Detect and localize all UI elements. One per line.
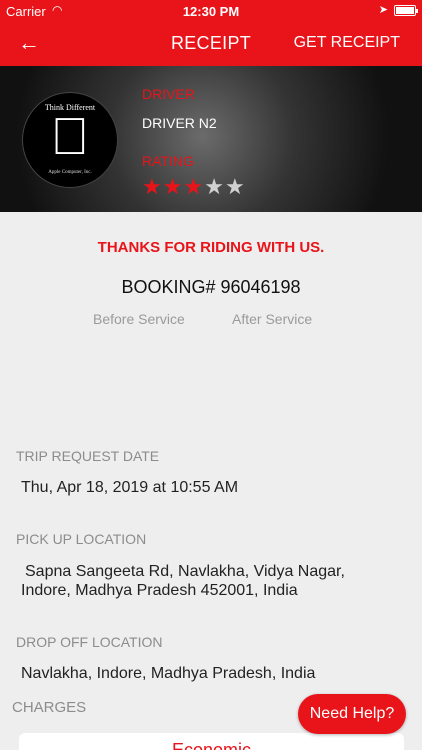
star-icon: ★ xyxy=(162,174,184,199)
pickup-location-line2: Indore, Madhya Pradesh 452001, India xyxy=(21,582,298,599)
booking-number: BOOKING# 96046198 xyxy=(121,277,301,297)
rating-stars: ★★★★★ xyxy=(142,174,246,200)
rating-label: RATING xyxy=(142,153,194,169)
status-bar: Carrier ◠ 12:30 PM ➤ xyxy=(0,0,422,22)
dropoff-location-value: Navlakha, Indore, Madhya Pradesh, India xyxy=(21,665,316,682)
tab-after-service[interactable]: After Service xyxy=(232,311,312,327)
driver-name: DRIVER N2 xyxy=(142,115,217,131)
star-icon: ★ xyxy=(224,174,246,199)
pickup-location-line1: Sapna Sangeeta Rd, Navlakha, Vidya Nagar… xyxy=(25,563,345,580)
driver-avatar: Think Different  Apple Computer, Inc. xyxy=(22,92,118,188)
driver-panel: Think Different  Apple Computer, Inc. D… xyxy=(0,66,422,212)
dropoff-location-label: DROP OFF LOCATION xyxy=(16,634,163,650)
charges-label: CHARGES xyxy=(12,699,87,716)
pickup-location-label: PICK UP LOCATION xyxy=(16,531,147,547)
tab-before-service[interactable]: Before Service xyxy=(93,311,185,327)
avatar-company: Apple Computer, Inc. xyxy=(48,170,92,175)
nav-bar: ← RECEIPT GET RECEIPT xyxy=(0,22,422,66)
charges-card: Economic xyxy=(19,733,404,750)
clock: 12:30 PM xyxy=(182,4,240,19)
trip-request-date-value: Thu, Apr 18, 2019 at 10:55 AM xyxy=(21,479,239,496)
trip-request-date-label: TRIP REQUEST DATE xyxy=(16,448,160,464)
need-help-button[interactable]: Need Help? xyxy=(298,694,406,734)
star-icon: ★ xyxy=(183,174,205,199)
location-arrow-icon: ➤ xyxy=(378,4,388,16)
star-icon: ★ xyxy=(204,174,225,199)
thanks-message: THANKS FOR RIDING WITH US. xyxy=(97,239,325,256)
battery-icon xyxy=(394,5,418,16)
star-icon: ★ xyxy=(142,174,163,199)
apple-logo-icon:  xyxy=(51,111,90,163)
charges-card-title: Economic xyxy=(171,740,252,750)
driver-label: DRIVER xyxy=(142,86,195,102)
get-receipt-button[interactable]: GET RECEIPT xyxy=(294,34,400,52)
